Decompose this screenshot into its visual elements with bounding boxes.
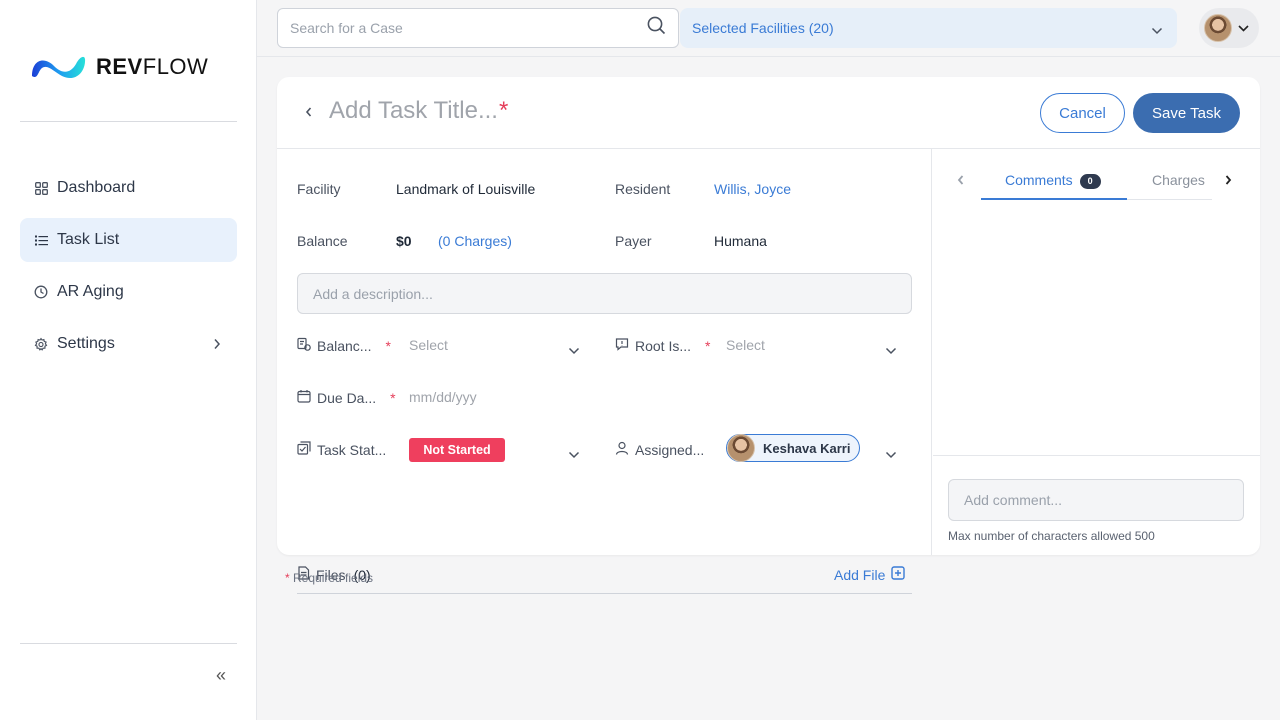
add-file-label: Add File <box>834 566 886 583</box>
chevron-left-icon <box>957 175 964 185</box>
required-mark: * <box>705 337 711 354</box>
case-search <box>277 8 679 48</box>
balance-type-label: Balanc... * <box>297 337 391 354</box>
due-date-input[interactable]: mm/dd/yyy <box>409 389 477 405</box>
task-title-placeholder: Add Task Title... <box>329 97 498 124</box>
required-fields-note: * Required fields <box>285 571 374 585</box>
assigned-label: Assigned... <box>615 441 704 458</box>
sidebar-divider <box>20 121 237 122</box>
grid-icon <box>34 181 48 195</box>
due-date-label: Due Da... * <box>297 389 396 406</box>
avatar <box>1204 14 1232 42</box>
payer-label: Payer <box>615 233 652 249</box>
user-icon <box>615 441 629 458</box>
root-issue-select[interactable]: Select <box>726 337 765 353</box>
chevron-down-icon[interactable] <box>885 446 897 464</box>
calendar-icon <box>297 389 311 406</box>
user-menu[interactable] <box>1199 8 1259 48</box>
resident-link[interactable]: Willis, Joyce <box>714 181 791 197</box>
description-field <box>297 273 912 314</box>
sidebar-item-label: Settings <box>57 335 115 352</box>
checkbox-copy-icon <box>297 441 311 458</box>
sidebar-item-ar-aging[interactable]: AR Aging <box>20 270 237 314</box>
alert-message-icon <box>615 337 629 354</box>
required-mark: * <box>385 337 391 354</box>
max-chars-note: Max number of characters allowed 500 <box>948 529 1155 543</box>
balance-stack-icon <box>297 337 311 354</box>
revflow-logo-icon <box>32 56 86 79</box>
assignee-chip[interactable]: Keshava Karri <box>726 434 860 462</box>
sidebar-item-dashboard[interactable]: Dashboard <box>20 166 237 210</box>
charges-link[interactable]: (0 Charges) <box>438 233 512 249</box>
active-tab-indicator <box>981 198 1127 200</box>
search-input[interactable] <box>290 20 647 36</box>
chevron-down-icon[interactable] <box>885 342 897 360</box>
back-button[interactable] <box>304 105 313 124</box>
chevron-left-icon <box>305 107 312 117</box>
gear-icon <box>34 337 48 351</box>
root-issue-label: Root Is... * <box>615 337 710 354</box>
brand-name: REVFLOW <box>96 54 209 79</box>
sidebar-nav: Dashboard Task List AR Aging Settings <box>20 166 237 374</box>
files-divider <box>297 593 912 594</box>
chevron-down-icon[interactable] <box>568 446 580 464</box>
facilities-label: Selected Facilities (20) <box>692 20 834 36</box>
assignee-name: Keshava Karri <box>763 440 851 456</box>
comment-field <box>948 479 1244 521</box>
required-mark: * <box>498 97 509 124</box>
list-icon <box>34 233 48 247</box>
payer-value: Humana <box>714 233 767 249</box>
add-file-button[interactable]: Add File <box>834 566 906 583</box>
tabs-next-button[interactable] <box>1224 173 1233 192</box>
task-card: Add Task Title... * Cancel Save Task Fac… <box>277 77 1260 594</box>
comment-divider <box>933 455 1260 456</box>
chevron-right-icon <box>213 337 221 355</box>
sidebar-item-label: Dashboard <box>57 179 136 196</box>
task-title-input[interactable]: Add Task Title... * <box>329 97 508 125</box>
balance-type-select[interactable]: Select <box>409 337 448 353</box>
chevron-right-icon <box>1225 175 1232 185</box>
revflow-logo[interactable]: REVFLOW <box>30 50 208 84</box>
cancel-button[interactable]: Cancel <box>1040 93 1125 133</box>
tab-charges[interactable]: Charges <box>1152 172 1205 188</box>
clock-icon <box>34 285 48 299</box>
tab-comments[interactable]: Comments 0 <box>1005 172 1101 189</box>
chevron-down-icon <box>1151 22 1163 38</box>
sidebar-item-label: Task List <box>57 231 120 248</box>
avatar <box>727 434 755 462</box>
balance-label: Balance <box>297 233 348 249</box>
required-mark: * <box>390 389 396 406</box>
tabs-prev-button[interactable] <box>956 173 965 192</box>
top-bar: Selected Facilities (20) <box>257 0 1280 57</box>
facility-label: Facility <box>297 181 341 197</box>
collapse-sidebar-button[interactable]: « <box>216 665 226 686</box>
comment-input[interactable] <box>964 492 1228 508</box>
facilities-dropdown[interactable]: Selected Facilities (20) <box>680 8 1177 48</box>
facility-value: Landmark of Louisville <box>396 181 536 197</box>
search-icon[interactable] <box>647 16 666 40</box>
sidebar-item-settings[interactable]: Settings <box>20 322 237 366</box>
status-badge[interactable]: Not Started <box>409 438 505 462</box>
sidebar-item-task-list[interactable]: Task List <box>20 218 237 262</box>
sidebar-item-label: AR Aging <box>57 283 124 300</box>
task-status-label: Task Stat... <box>297 441 386 458</box>
save-task-button[interactable]: Save Task <box>1133 93 1240 133</box>
task-details: Facility Landmark of Louisville Resident… <box>277 149 932 594</box>
sidebar: REVFLOW Dashboard Task List AR Aging Set… <box>0 0 257 720</box>
task-header: Add Task Title... * Cancel Save Task <box>277 77 1260 149</box>
balance-value: $0 <box>396 233 412 249</box>
description-input[interactable] <box>313 285 896 302</box>
chevron-down-icon <box>1238 19 1249 37</box>
chevron-down-icon[interactable] <box>568 342 580 360</box>
sidebar-divider <box>20 643 237 644</box>
comments-panel: Comments0 Charges Max number of characte… <box>933 149 1260 555</box>
resident-label: Resident <box>615 181 671 197</box>
plus-square-icon <box>891 566 906 583</box>
comments-count-badge: 0 <box>1079 173 1101 189</box>
